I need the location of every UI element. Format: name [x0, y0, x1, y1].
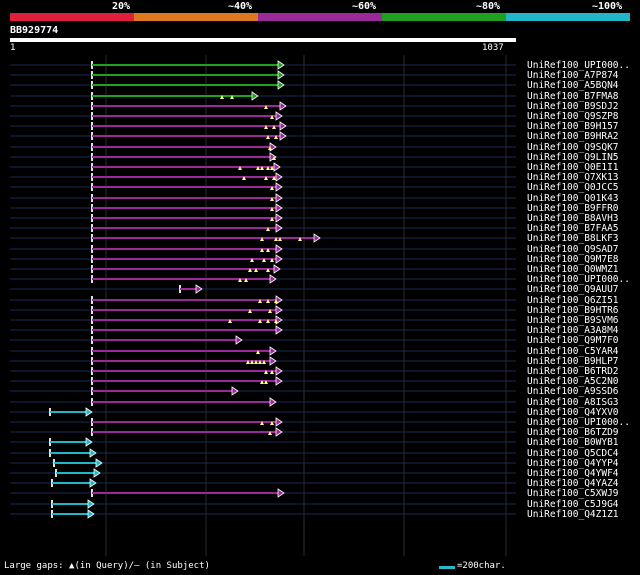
hit-label: UniRef100_B0WYB1 — [527, 437, 619, 448]
hit-arrowhead — [275, 193, 283, 203]
hit-arrowhead — [275, 254, 283, 264]
scale-legend-label: =200char. — [457, 561, 506, 571]
hit-arrowhead — [277, 60, 285, 70]
hit-arrowhead — [275, 244, 283, 254]
hit-arrowhead — [85, 437, 93, 447]
hit-arrowhead — [231, 386, 239, 396]
hit-arrowhead — [269, 397, 277, 407]
hit-arrowhead — [269, 274, 277, 284]
hit-arrowhead — [275, 223, 283, 233]
hit-label: UniRef100_B8LKF3 — [527, 233, 619, 244]
hit-arrowhead — [89, 478, 97, 488]
hit-arrowhead — [275, 325, 283, 335]
hit-arrowhead — [87, 509, 95, 519]
hit-arrowhead — [251, 91, 259, 101]
hit-arrowhead — [235, 335, 243, 345]
hit-arrowhead — [275, 182, 283, 192]
scale-legend-bar — [439, 566, 455, 569]
hit-arrowhead — [279, 121, 287, 131]
gaps-legend: Large gaps: ▲(in Query)/– (in Subject) — [4, 561, 210, 571]
hit-arrowhead — [273, 264, 281, 274]
hit-arrowhead — [275, 427, 283, 437]
hit-arrowhead — [95, 458, 103, 468]
hit-arrowhead — [275, 305, 283, 315]
hit-arrowhead — [277, 488, 285, 498]
hit-arrowhead — [87, 499, 95, 509]
hit-arrowhead — [269, 356, 277, 366]
hit-label: UniRef100_A5BQN4 — [527, 80, 619, 91]
hit-label: UniRef100_A9SSD6 — [527, 386, 619, 397]
hit-arrowhead — [275, 203, 283, 213]
hit-arrowhead — [275, 213, 283, 223]
hit-arrowhead — [195, 284, 203, 294]
hit-arrowhead — [277, 80, 285, 90]
hit-label: UniRef100_C5XWJ9 — [527, 488, 619, 499]
hit-arrowhead — [275, 366, 283, 376]
hit-arrowhead — [275, 172, 283, 182]
hit-arrowhead — [93, 468, 101, 478]
hit-arrowhead — [313, 233, 321, 243]
hit-arrowhead — [275, 111, 283, 121]
hit-arrowhead — [273, 162, 281, 172]
hit-arrowhead — [269, 346, 277, 356]
hit-arrowhead — [279, 131, 287, 141]
hit-arrowhead — [85, 407, 93, 417]
hit-arrowhead — [275, 417, 283, 427]
hit-label: UniRef100_Q0JCC5 — [527, 182, 619, 193]
hit-label: UniRef100_Q9AUU7 — [527, 284, 619, 295]
hit-arrowhead — [277, 70, 285, 80]
hit-label: UniRef100_Q9M7F0 — [527, 335, 619, 346]
hit-label: UniRef100_B9HRA2 — [527, 131, 619, 142]
hit-label: UniRef100_Q4Z1Z1 — [527, 509, 619, 520]
hit-arrowhead — [279, 101, 287, 111]
hit-arrowhead — [89, 448, 97, 458]
alignment-plot: UniRef100_UPI000..UniRef100_A7P874UniRef… — [10, 55, 630, 556]
hit-arrowhead — [275, 376, 283, 386]
